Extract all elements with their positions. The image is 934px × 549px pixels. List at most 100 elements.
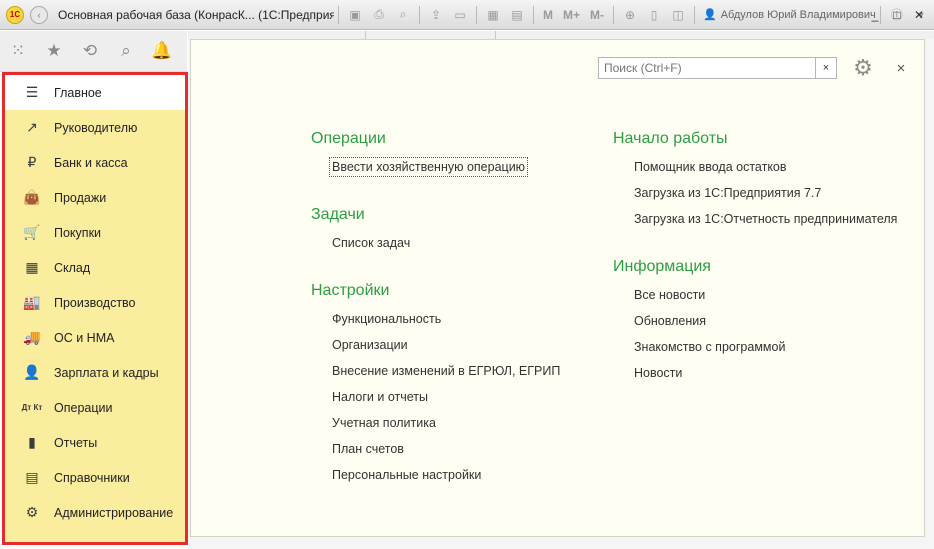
- memory-icon[interactable]: M: [543, 8, 553, 22]
- print-icon[interactable]: ⎙: [370, 6, 388, 24]
- sidebar-item[interactable]: Дт Кт Операции: [5, 390, 185, 425]
- search-clear-button[interactable]: ×: [816, 57, 837, 79]
- sidebar-item[interactable]: ▦ Склад: [5, 250, 185, 285]
- nav-link[interactable]: Новости: [634, 366, 682, 380]
- sidebar-item[interactable]: 🛒 Покупки: [5, 215, 185, 250]
- sidebar-item[interactable]: ⚙ Администрирование: [5, 495, 185, 530]
- nav-link[interactable]: Загрузка из 1С:Отчетность предпринимател…: [634, 212, 897, 226]
- toolbar-divider: [694, 5, 696, 24]
- zoom-icon[interactable]: ⊕: [621, 6, 639, 24]
- panels-icon[interactable]: ◫: [669, 6, 687, 24]
- sidebar-item[interactable]: ▮ Отчеты: [5, 425, 185, 460]
- home-page-content: × ⚙ × Операции Ввести хозяйственную опера…: [190, 39, 925, 537]
- save-icon[interactable]: ▣: [346, 6, 364, 24]
- sidebar-item-label: Производство: [54, 295, 136, 310]
- link-icon[interactable]: ▯: [645, 6, 663, 24]
- toolbar-divider: [338, 5, 339, 24]
- sidebar-item[interactable]: 🚚 ОС и НМА: [5, 320, 185, 355]
- sidebar-item[interactable]: ₽ Банк и касса: [5, 145, 185, 180]
- sidebar-item-label: ОС и НМА: [54, 330, 115, 345]
- trend-up-icon: ↗: [26, 119, 38, 135]
- tab-strip: [188, 31, 934, 39]
- section-title: Операции: [311, 130, 386, 147]
- section-title: Задачи: [311, 206, 365, 223]
- sidebar-item-label: Руководителю: [54, 120, 138, 135]
- settings-gear-icon[interactable]: ⚙: [849, 54, 877, 82]
- current-user[interactable]: Абдулов Юрий Владимирович: [721, 9, 876, 21]
- nav-link[interactable]: Все новости: [634, 288, 705, 302]
- truck-icon: 🚚: [23, 329, 41, 345]
- memory-subtract-icon[interactable]: M-: [590, 8, 604, 22]
- print-preview-icon[interactable]: ⌕: [394, 6, 412, 24]
- search-input[interactable]: [598, 57, 816, 79]
- sidebar-item[interactable]: 👜 Продажи: [5, 180, 185, 215]
- close-page-button[interactable]: ×: [891, 58, 911, 78]
- section-title: Настройки: [311, 282, 390, 299]
- bar-chart-icon: ▮: [28, 434, 36, 450]
- main-area: × ⚙ × Операции Ввести хозяйственную опера…: [188, 31, 934, 549]
- sidebar-item-label: Отчеты: [54, 435, 98, 450]
- close-button[interactable]: ✕: [908, 6, 930, 24]
- sections-panel: ☰ Главное ↗ Руководителю ₽ Банк и касса 👜 Прода…: [2, 72, 188, 545]
- nav-link[interactable]: Персональные настройки: [332, 468, 481, 482]
- tab-divider: [365, 31, 366, 39]
- sidebar-item-label: Продажи: [54, 190, 107, 205]
- gear-icon: ⚙: [25, 504, 39, 520]
- apps-grid-icon[interactable]: ⁙: [0, 36, 36, 66]
- restore-button[interactable]: □: [886, 6, 908, 24]
- menu-lines-icon: ☰: [25, 84, 39, 100]
- sidebar-item-label: Главное: [54, 85, 102, 100]
- memory-add-icon[interactable]: M+: [563, 8, 580, 22]
- debit-credit-icon: Дт Кт: [21, 403, 43, 412]
- nav-link[interactable]: Учетная политика: [332, 416, 436, 430]
- minimize-button[interactable]: _: [864, 6, 886, 24]
- upload-icon[interactable]: ⇪: [427, 6, 445, 24]
- nav-link[interactable]: Ввести хозяйственную операцию: [328, 157, 529, 177]
- nav-link[interactable]: Знакомство с программой: [634, 340, 785, 354]
- sidebar-item[interactable]: 🏭 Производство: [5, 285, 185, 320]
- back-circle-icon[interactable]: ‹: [30, 5, 48, 24]
- sidebar-item-label: Справочники: [54, 470, 130, 485]
- nav-link[interactable]: Обновления: [634, 314, 706, 328]
- toolbar-divider: [476, 5, 477, 24]
- calendar-icon[interactable]: ▤: [508, 6, 526, 24]
- section-title: Начало работы: [613, 130, 728, 147]
- sidebar-item[interactable]: ▤ Справочники: [5, 460, 185, 495]
- ruble-coin-icon: ₽: [27, 154, 37, 170]
- sidebar-item-label: Администрирование: [54, 505, 174, 520]
- tab-divider: [495, 31, 496, 39]
- sidebar-item-label: Покупки: [54, 225, 102, 240]
- calculator-icon[interactable]: ▦: [484, 6, 502, 24]
- nav-link[interactable]: Список задач: [332, 236, 410, 250]
- history-icon[interactable]: ⟲: [72, 36, 108, 66]
- sidebar-item[interactable]: ☰ Главное: [5, 75, 185, 110]
- warehouse-grid-icon: ▦: [25, 259, 39, 275]
- sidebar-item-label: Зарплата и кадры: [54, 365, 159, 380]
- nav-link[interactable]: Внесение изменений в ЕГРЮЛ, ЕГРИП: [332, 364, 560, 378]
- person-icon: 👤: [23, 364, 41, 380]
- search-icon[interactable]: ⌕: [108, 36, 144, 66]
- app-logo-icon[interactable]: 1С: [6, 5, 24, 24]
- nav-link[interactable]: Помощник ввода остатков: [634, 160, 787, 174]
- section-title: Информация: [613, 258, 711, 275]
- sidebar-item-label: Банк и касса: [54, 155, 128, 170]
- books-icon: ▤: [25, 469, 39, 485]
- sidebar-item[interactable]: ↗ Руководителю: [5, 110, 185, 145]
- user-icon: 👤: [703, 9, 717, 21]
- toolbar-divider: [533, 5, 534, 24]
- window-controls: _ □ ✕: [864, 6, 930, 24]
- nav-link[interactable]: Загрузка из 1С:Предприятия 7.7: [634, 186, 821, 200]
- nav-link[interactable]: План счетов: [332, 442, 404, 456]
- nav-link[interactable]: Налоги и отчеты: [332, 390, 428, 404]
- toolbar-divider: [613, 5, 615, 24]
- scanner-icon[interactable]: ▭: [451, 6, 469, 24]
- factory-icon: 🏭: [23, 294, 41, 310]
- nav-link[interactable]: Организации: [332, 338, 408, 352]
- toolbar-divider: [419, 5, 420, 24]
- notifications-bell-icon[interactable]: 🔔: [144, 36, 180, 66]
- sidebar-item[interactable]: 👤 Зарплата и кадры: [5, 355, 185, 390]
- favorites-star-icon[interactable]: ★: [36, 36, 72, 66]
- sidebar-item-label: Склад: [54, 260, 91, 275]
- left-toolbar: ⁙ ★ ⟲ ⌕ 🔔: [0, 31, 187, 72]
- nav-link[interactable]: Функциональность: [332, 312, 441, 326]
